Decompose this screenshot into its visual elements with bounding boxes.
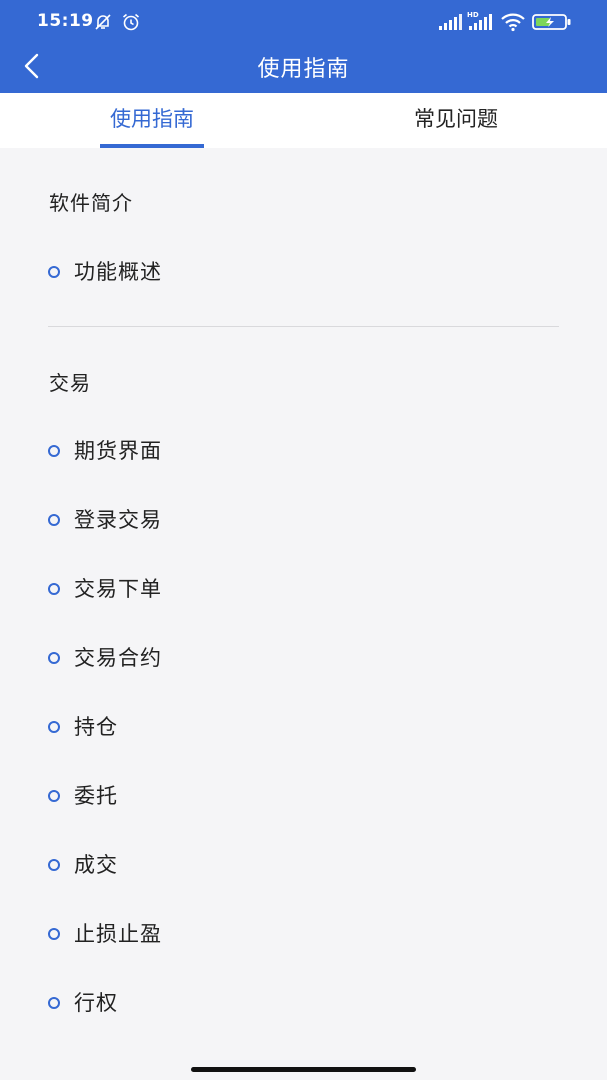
bullet-circle-icon: [48, 652, 60, 664]
bullet-circle-icon: [48, 790, 60, 802]
list-item[interactable]: 登录交易: [48, 499, 558, 539]
hd-signal-icon: HD: [467, 10, 493, 35]
list-item[interactable]: 功能概述: [48, 251, 558, 291]
list-item-label: 成交: [74, 853, 118, 877]
bell-muted-icon: [93, 12, 113, 36]
list-item[interactable]: 持仓: [48, 706, 558, 746]
signal-icon: [438, 13, 462, 35]
app-bar: 使用指南: [0, 44, 607, 93]
list-item-label: 登录交易: [74, 508, 162, 532]
tab-faq[interactable]: 常见问题: [404, 93, 508, 148]
list-item[interactable]: 交易下单: [48, 568, 558, 608]
page-title: 使用指南: [257, 57, 350, 82]
status-bar: 15:19 HD: [0, 0, 607, 44]
wifi-icon: [500, 12, 526, 36]
list-item[interactable]: 委托: [48, 775, 558, 815]
list-item-label: 持仓: [74, 715, 118, 739]
status-time: 15:19: [37, 11, 94, 31]
section-title-trading: 交易: [49, 371, 91, 395]
bullet-circle-icon: [48, 721, 60, 733]
bullet-circle-icon: [48, 997, 60, 1009]
tab-bar: 使用指南 常见问题: [0, 93, 607, 148]
bullet-circle-icon: [48, 266, 60, 278]
battery-charging-icon: [532, 13, 572, 35]
tab-usage-guide[interactable]: 使用指南: [100, 93, 204, 148]
list-item-label: 行权: [74, 991, 118, 1015]
active-tab-indicator: [100, 144, 204, 148]
svg-text:HD: HD: [467, 11, 479, 19]
list-item[interactable]: 止损止盈: [48, 913, 558, 953]
bullet-circle-icon: [48, 583, 60, 595]
list-item-label: 交易合约: [74, 646, 162, 670]
alarm-icon: [121, 12, 141, 36]
list-item-label: 止损止盈: [74, 922, 162, 946]
home-indicator[interactable]: [191, 1067, 416, 1072]
bullet-circle-icon: [48, 859, 60, 871]
section-divider: [48, 326, 559, 327]
bullet-circle-icon: [48, 928, 60, 940]
list-item-label: 期货界面: [74, 439, 162, 463]
list-item[interactable]: 行权: [48, 982, 558, 1022]
list-item-label: 功能概述: [74, 260, 162, 284]
list-item-label: 委托: [74, 784, 118, 808]
list-item[interactable]: 成交: [48, 844, 558, 884]
list-item[interactable]: 期货界面: [48, 430, 558, 470]
list-item-label: 交易下单: [74, 577, 162, 601]
section-title-software-intro: 软件简介: [49, 191, 133, 215]
bullet-circle-icon: [48, 445, 60, 457]
bullet-circle-icon: [48, 514, 60, 526]
list-item[interactable]: 交易合约: [48, 637, 558, 677]
